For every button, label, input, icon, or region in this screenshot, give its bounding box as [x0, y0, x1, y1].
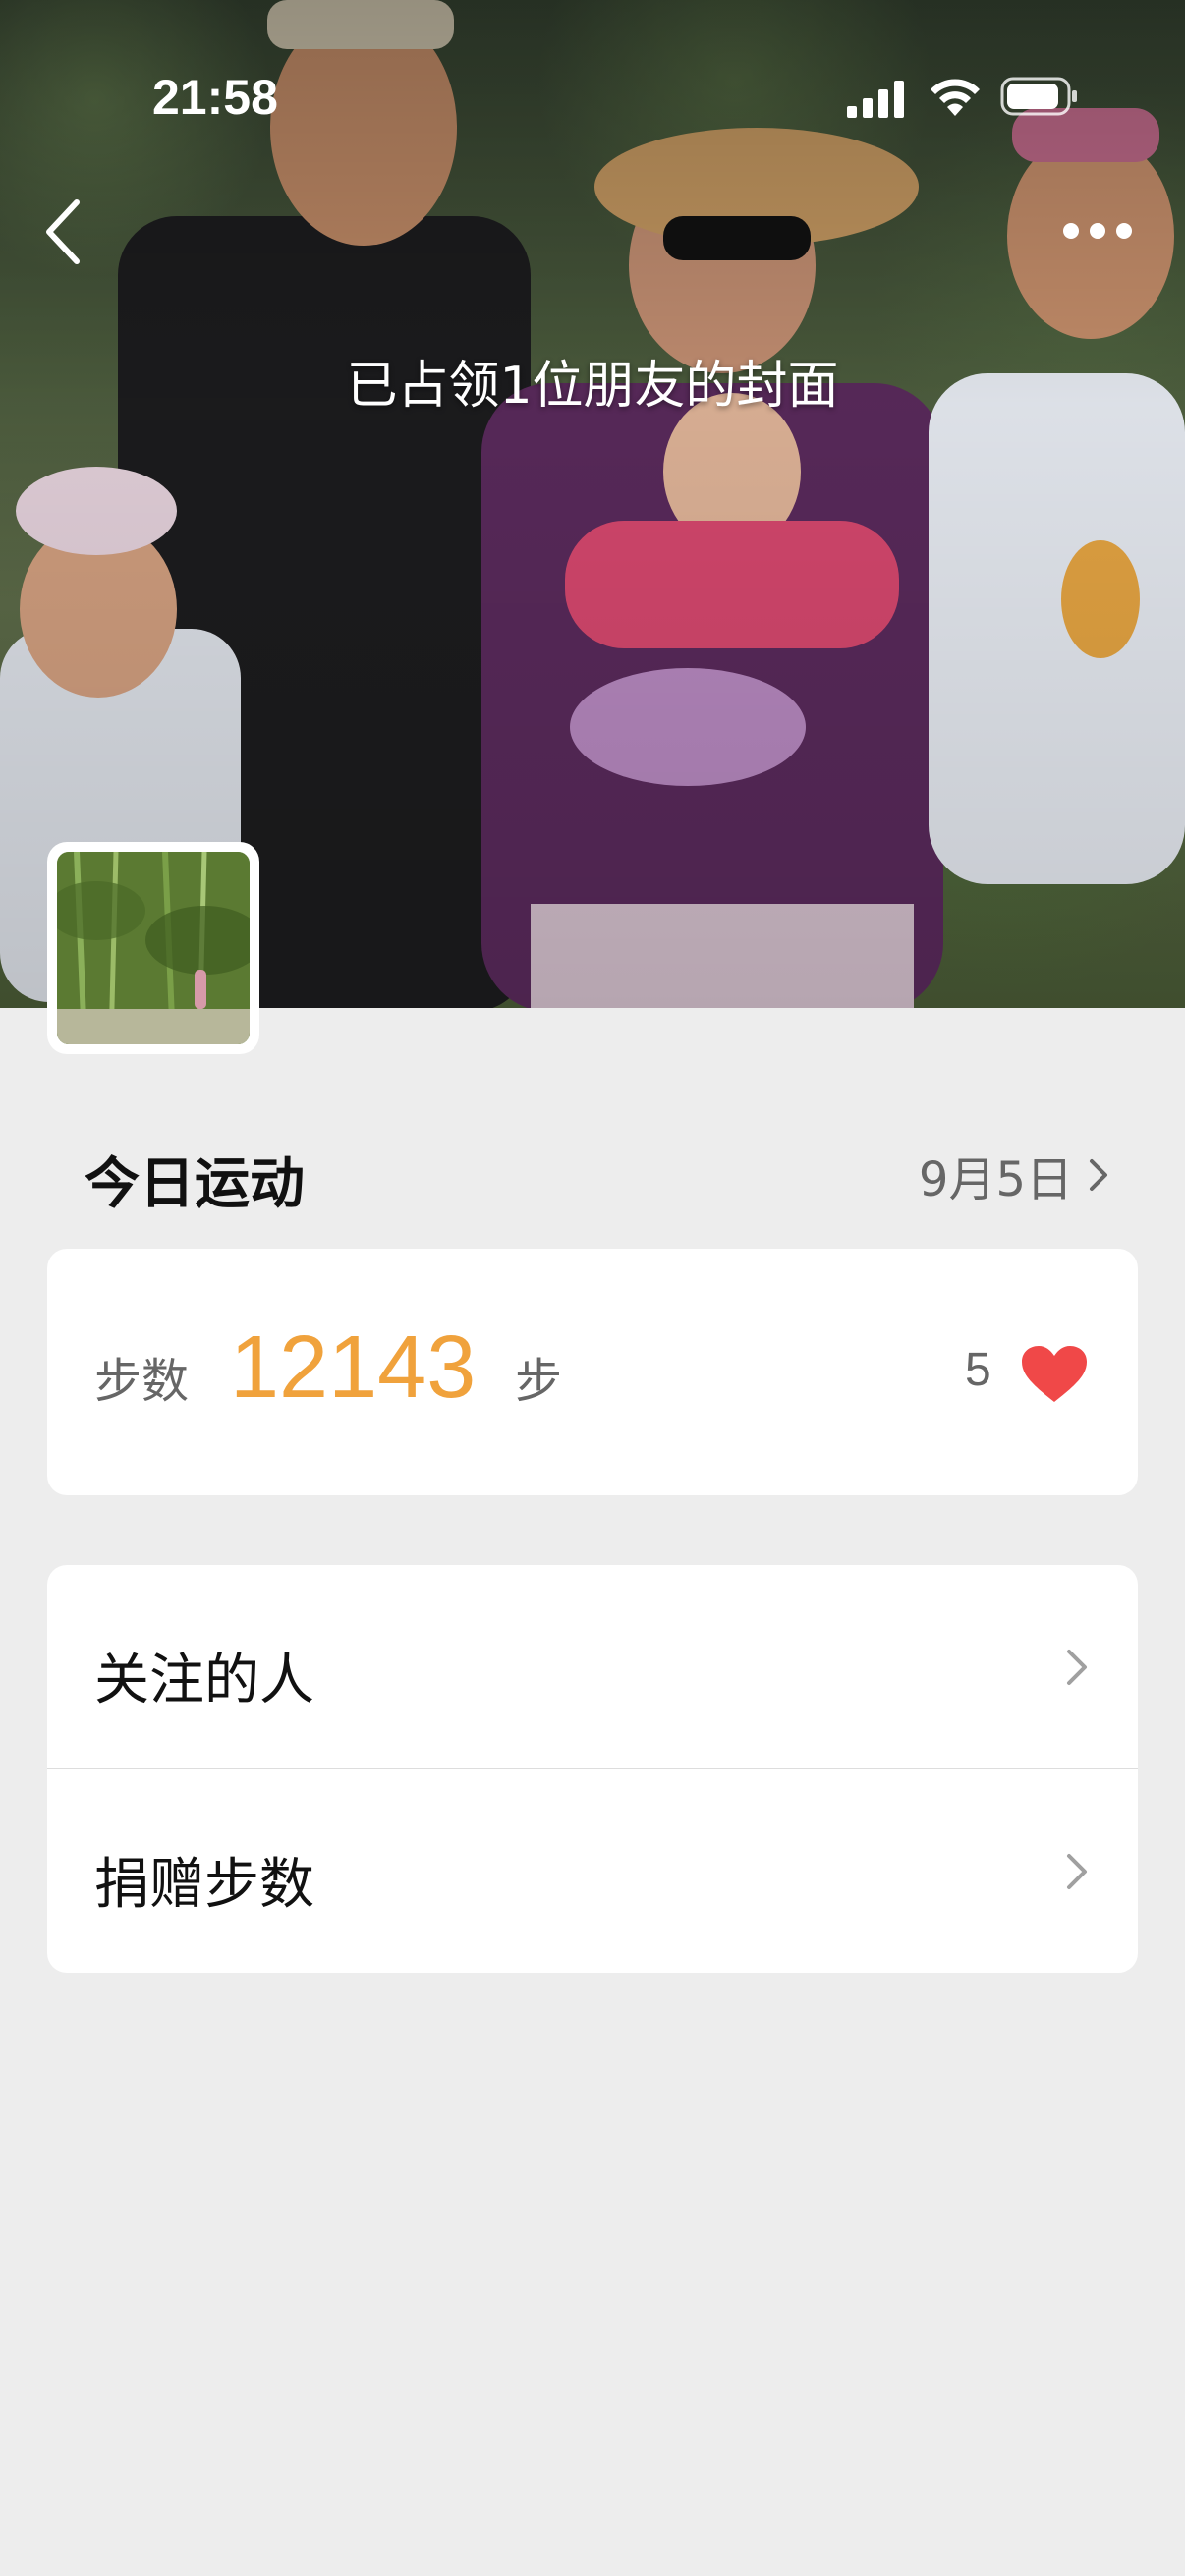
- chevron-right-icon: [1090, 1159, 1107, 1191]
- more-button[interactable]: [1053, 206, 1142, 255]
- screen: 21:58 已占领1位朋友的封面 今日运动 9月5日 步数 12143 步 5 …: [0, 0, 1185, 2576]
- menu-item-label: 关注的人: [94, 1649, 314, 1712]
- cellular-signal-icon: [847, 81, 904, 118]
- battery-icon: [1000, 77, 1077, 116]
- menu-item-following[interactable]: 关注的人: [47, 1565, 1138, 1768]
- likes-count: 5: [965, 1344, 991, 1396]
- today-activity-title: 今日运动: [85, 1152, 305, 1216]
- steps-label: 步数: [94, 1354, 190, 1409]
- steps-unit: 步: [515, 1354, 563, 1409]
- chevron-right-icon: [1067, 1854, 1087, 1889]
- menu-item-label: 捐赠步数: [94, 1853, 314, 1917]
- back-button[interactable]: [39, 193, 98, 271]
- date-text: 9月5日: [918, 1152, 1073, 1207]
- status-bar: 21:58: [0, 59, 1185, 138]
- date-link[interactable]: 9月5日: [919, 1146, 1110, 1207]
- user-avatar[interactable]: [47, 842, 259, 1054]
- menu-item-donate-steps[interactable]: 捐赠步数: [47, 1769, 1138, 1973]
- chevron-left-icon: [46, 199, 80, 264]
- heart-icon[interactable]: [1020, 1345, 1089, 1404]
- chevron-right-icon: [1067, 1650, 1087, 1685]
- avatar-bamboo-illustration: [57, 852, 250, 1044]
- avatar-image: [57, 852, 250, 1044]
- more-dots-icon: [1063, 223, 1132, 239]
- cover-caption: 已占领1位朋友的封面: [346, 357, 839, 416]
- wifi-icon: [931, 79, 980, 116]
- steps-card: 步数 12143 步 5: [47, 1249, 1138, 1495]
- steps-value: 12143: [230, 1318, 477, 1417]
- menu-card: 关注的人 捐赠步数: [47, 1565, 1138, 1973]
- status-time: 21:58: [152, 70, 278, 125]
